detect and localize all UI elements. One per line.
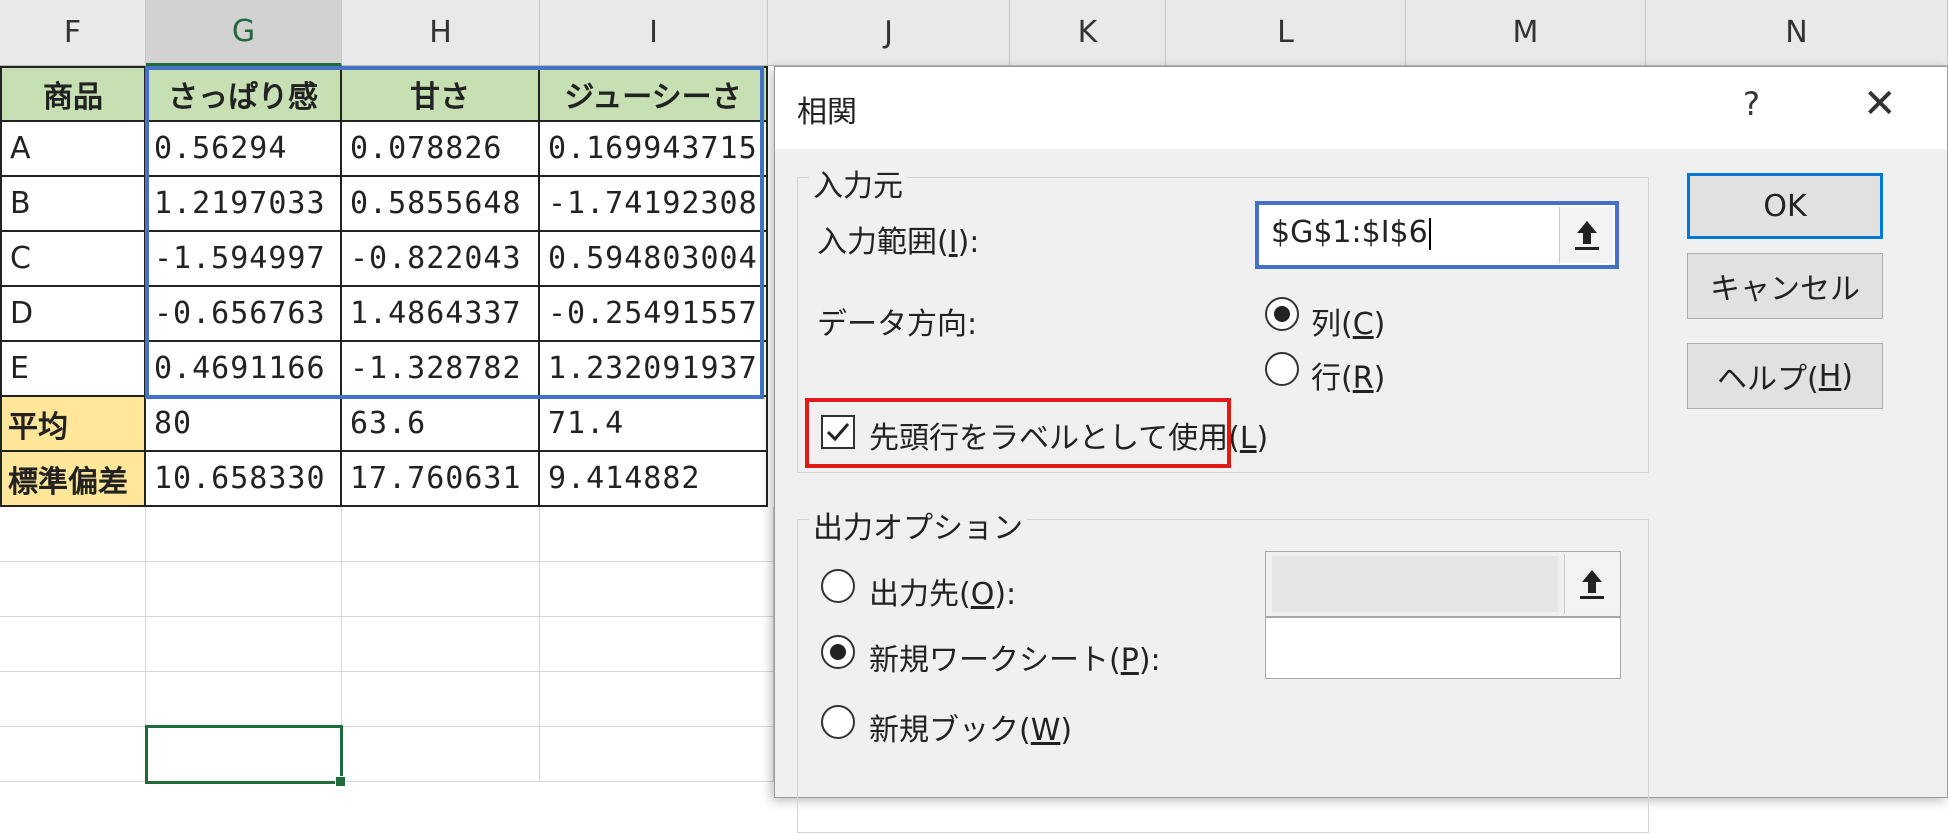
table-cell[interactable]: 0.078826 [342,122,540,177]
collapse-arrow-icon [1574,221,1599,250]
data-direction-label: データ方向: [817,307,978,342]
radio-columns-label[interactable]: 列(C) [1311,299,1385,343]
table-cell[interactable]: 0.169943715 [540,122,768,177]
dialog-titlebar[interactable]: 相関 ? ✕ [775,67,1947,149]
table-cell[interactable]: -1.328782 [342,342,540,397]
empty-cell[interactable] [0,617,146,672]
table-cell[interactable]: -0.822043 [342,232,540,287]
radio-output-range[interactable] [821,569,855,603]
radio-new-workbook-label[interactable]: 新規ブック(W) [869,705,1072,749]
stat-label-cell[interactable]: 平均 [0,397,146,452]
column-header-m[interactable]: M [1406,0,1646,66]
empty-cell[interactable] [146,562,342,617]
table-cell[interactable]: D [0,287,146,342]
column-header-i[interactable]: I [540,0,768,66]
dialog-title: 相関 [797,95,857,130]
input-range-field[interactable]: $G$1:$I$6 [1255,201,1619,269]
column-header-j[interactable]: J [768,0,1010,66]
input-group-title: 入力元 [809,161,907,205]
output-range-disabled-area [1272,556,1558,612]
empty-cell[interactable] [146,617,342,672]
ok-button[interactable]: OK [1687,173,1883,239]
column-header-f[interactable]: F [0,0,146,66]
radio-columns[interactable] [1265,297,1299,331]
help-question-icon[interactable]: ? [1743,85,1760,123]
table-cell[interactable]: 9.414882 [540,452,768,507]
table-cell[interactable]: C [0,232,146,287]
collapse-arrow-icon [1579,570,1604,599]
table-header-cell[interactable]: 商品 [0,66,146,122]
radio-new-worksheet[interactable] [821,635,855,669]
new-worksheet-name-field[interactable] [1265,617,1621,679]
empty-cell[interactable] [540,507,774,562]
table-cell[interactable]: 80 [146,397,342,452]
table-cell[interactable]: 1.4864337 [342,287,540,342]
table-cell[interactable]: 10.658330 [146,452,342,507]
help-button[interactable]: ヘルプ(H) [1687,343,1883,409]
stat-label-cell[interactable]: 標準偏差 [0,452,146,507]
table-cell[interactable]: 0.594803004 [540,232,768,287]
table-cell[interactable]: 1.232091937 [540,342,768,397]
output-group-title: 出力オプション [809,503,1027,547]
table-cell[interactable]: 0.56294 [146,122,342,177]
labels-first-row-checkbox[interactable] [821,415,855,449]
empty-cell[interactable] [146,507,342,562]
empty-cell[interactable] [0,507,146,562]
correlation-dialog: 相関 ? ✕ 入力元 入力範囲(I): $G$1:$I$6 データ方向: 列(C… [774,66,1948,833]
empty-cell[interactable] [0,672,146,727]
table-cell[interactable]: -0.25491557 [540,287,768,342]
input-range-label: 入力範囲(I): [817,225,980,260]
close-icon[interactable]: ✕ [1863,81,1897,127]
column-header-h[interactable]: H [342,0,540,66]
column-header-n[interactable]: N [1646,0,1948,66]
table-cell[interactable]: 17.760631 [342,452,540,507]
table-cell[interactable]: 0.5855648 [342,177,540,232]
empty-cell[interactable] [342,507,540,562]
empty-cell[interactable] [540,562,774,617]
table-cell[interactable]: 1.2197033 [146,177,342,232]
column-header-l[interactable]: L [1166,0,1406,66]
checkmark-icon [826,423,850,442]
cancel-button[interactable]: キャンセル [1687,253,1883,319]
empty-cell[interactable] [342,617,540,672]
column-header-k[interactable]: K [1010,0,1166,66]
table-cell[interactable]: B [0,177,146,232]
table-cell[interactable]: 63.6 [342,397,540,452]
radio-new-workbook[interactable] [821,705,855,739]
table-cell[interactable]: -1.74192308 [540,177,768,232]
table-cell[interactable]: A [0,122,146,177]
empty-cell[interactable] [0,562,146,617]
empty-cell[interactable] [540,727,774,782]
radio-new-worksheet-label[interactable]: 新規ワークシート(P): [869,635,1161,679]
table-header-cell[interactable]: ジューシーさ [540,66,768,122]
table-header-cell[interactable]: 甘さ [342,66,540,122]
table-cell[interactable]: 0.4691166 [146,342,342,397]
empty-cell[interactable] [342,562,540,617]
active-cell[interactable] [145,725,346,787]
input-range-collapse-button[interactable] [1559,207,1613,263]
output-range-collapse-button[interactable] [1564,554,1618,614]
fill-handle[interactable] [335,776,346,787]
radio-rows-label[interactable]: 行(R) [1311,353,1385,397]
table-cell[interactable]: -0.656763 [146,287,342,342]
radio-output-range-label[interactable]: 出力先(O): [869,569,1016,613]
table-cell[interactable]: E [0,342,146,397]
table-cell[interactable]: 71.4 [540,397,768,452]
labels-first-row-label[interactable]: 先頭行をラベルとして使用(L) [869,413,1268,457]
output-range-field[interactable] [1265,551,1621,617]
empty-cell[interactable] [146,672,342,727]
empty-cell[interactable] [0,727,146,782]
table-cell[interactable]: -1.594997 [146,232,342,287]
input-range-value: $G$1:$I$6 [1271,215,1431,250]
column-header-g[interactable]: G [146,0,342,66]
empty-cell[interactable] [540,672,774,727]
radio-rows[interactable] [1265,352,1299,386]
empty-cell[interactable] [342,727,540,782]
empty-cell[interactable] [540,617,774,672]
empty-cell[interactable] [342,672,540,727]
table-header-cell[interactable]: さっぱり感 [146,66,342,122]
